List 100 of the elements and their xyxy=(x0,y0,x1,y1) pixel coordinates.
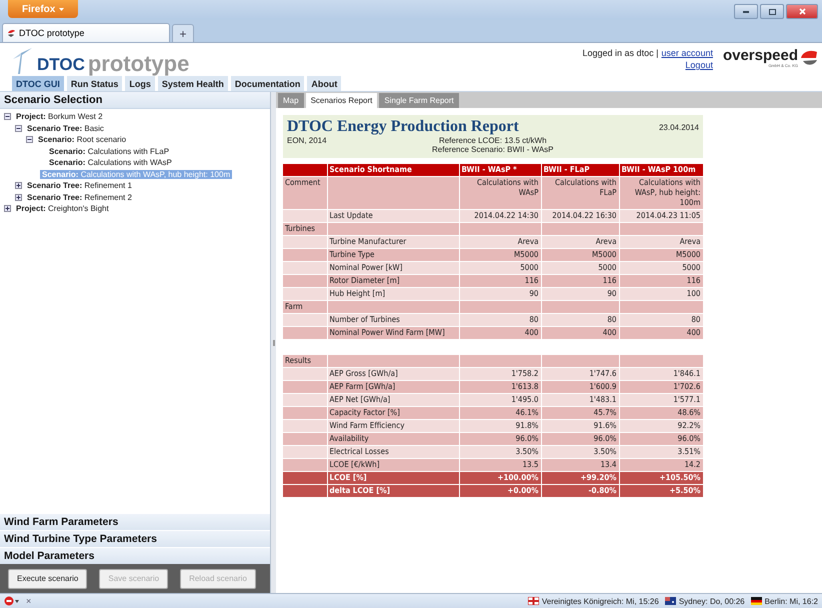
row-label: Nominal Power [kW] xyxy=(327,262,459,274)
table-cell: 1'495.0 xyxy=(459,394,541,406)
nav-tab[interactable]: Logs xyxy=(125,76,155,91)
minimize-icon xyxy=(743,10,749,12)
collapse-icon[interactable] xyxy=(26,136,33,144)
row-label: Turbine Manufacturer xyxy=(327,236,459,248)
logout-link[interactable]: Logout xyxy=(685,60,713,70)
reference-lcoe: Reference LCOE: 13.5 ct/kWh xyxy=(438,136,548,145)
close-icon xyxy=(798,8,806,15)
row-label: Number of Turbines xyxy=(327,314,459,326)
row-label: Wind Farm Efficiency xyxy=(327,420,459,432)
tree-item[interactable]: Scenario Tree: Refinement 2 xyxy=(25,192,134,202)
report-date: 23.04.2014 xyxy=(658,122,699,132)
expand-icon[interactable] xyxy=(15,182,22,190)
table-cell: Calculations with WAsP xyxy=(459,176,541,210)
row-label: Capacity Factor [%] xyxy=(327,406,459,420)
table-cell: 80 xyxy=(619,314,703,326)
caret-icon xyxy=(59,8,64,10)
table-cell: 116 xyxy=(619,274,703,288)
table-cell: +5.50% xyxy=(619,484,703,498)
table-cell: 90 xyxy=(541,288,619,300)
expand-icon[interactable] xyxy=(4,205,11,212)
new-tab-button[interactable]: + xyxy=(172,24,194,42)
row-label: LCOE [€/kWh] xyxy=(327,458,459,472)
tree-item[interactable]: Scenario Tree: Refinement 1 xyxy=(25,181,134,190)
table-cell: 400 xyxy=(619,326,703,340)
tree-item[interactable]: Scenario Tree: Basic xyxy=(25,124,106,133)
collapse-icon[interactable] xyxy=(4,113,11,120)
nav-tab[interactable]: Documentation xyxy=(230,76,304,91)
close-button[interactable] xyxy=(786,4,818,19)
row-group-label: Results xyxy=(283,354,327,368)
tree-item[interactable]: Project: Creighton's Bight xyxy=(14,204,111,214)
table-cell: 48.6% xyxy=(619,406,703,420)
column-header: Scenario Shortname xyxy=(327,164,459,176)
table-cell: 116 xyxy=(541,274,619,288)
table-cell: 5000 xyxy=(459,262,541,274)
user-account-link[interactable]: user account xyxy=(661,48,713,58)
table-cell: 1'747.6 xyxy=(541,368,619,380)
logo-text: prototype xyxy=(88,53,190,75)
table-cell: Areva xyxy=(619,236,703,248)
maximize-button[interactable] xyxy=(760,4,784,19)
accordion-header[interactable]: Wind Farm Parameters xyxy=(0,513,270,530)
table-cell: 3.51% xyxy=(619,446,703,458)
table-cell: M5000 xyxy=(619,248,703,262)
row-label: Electrical Losses xyxy=(327,446,459,458)
nav-tab[interactable]: System Health xyxy=(158,76,228,91)
table-cell: 5000 xyxy=(541,262,619,274)
close-icon[interactable]: × xyxy=(26,596,32,606)
row-label: Availability xyxy=(327,432,459,446)
column-header: BWII - WAsP * xyxy=(459,164,541,176)
table-cell: 400 xyxy=(541,326,619,340)
world-clock: Berlin: Mi, 16:2 xyxy=(764,596,818,606)
favicon-icon xyxy=(7,29,16,37)
table-cell: 80 xyxy=(459,314,541,326)
accordion-header[interactable]: Wind Turbine Type Parameters xyxy=(0,530,270,547)
tree-item[interactable]: Scenario: Calculations with FLaP xyxy=(47,146,172,156)
table-cell: 90 xyxy=(459,288,541,300)
tree-item[interactable]: Scenario: Calculations with WAsP xyxy=(47,158,174,168)
row-label: Rotor Diameter [m] xyxy=(327,274,459,288)
row-label: LCOE [%] xyxy=(327,472,459,484)
tree-item[interactable]: Scenario: Root scenario xyxy=(36,135,128,144)
table-cell: 3.50% xyxy=(541,446,619,458)
login-status: Logged in as dtoc | xyxy=(582,48,658,58)
table-cell: 5000 xyxy=(619,262,703,274)
table-cell: 100 xyxy=(619,288,703,300)
table-cell: 91.8% xyxy=(459,420,541,432)
table-cell: 80 xyxy=(541,314,619,326)
flag-icon xyxy=(528,597,539,605)
column-header: BWII - FLaP xyxy=(541,164,619,176)
report-tab[interactable]: Scenarios Report xyxy=(306,93,378,108)
tree-item[interactable]: Project: Borkum West 2 xyxy=(14,112,105,122)
table-cell: 400 xyxy=(459,326,541,340)
table-cell: 1'846.1 xyxy=(619,368,703,380)
action-button[interactable]: Execute scenario xyxy=(8,568,88,588)
collapse-icon[interactable] xyxy=(15,124,22,132)
table-cell: 96.0% xyxy=(541,432,619,446)
table-cell: 1'600.9 xyxy=(541,380,619,394)
browser-tab[interactable]: DTOC prototype xyxy=(2,23,170,42)
nav-tab[interactable]: Run Status xyxy=(66,76,122,91)
nav-tab[interactable]: DTOC GUI xyxy=(12,76,64,91)
table-cell: +105.50% xyxy=(619,472,703,484)
table-cell: 46.1% xyxy=(459,406,541,420)
table-cell: 45.7% xyxy=(541,406,619,420)
minimize-button[interactable] xyxy=(734,4,758,19)
table-cell: 1'758.2 xyxy=(459,368,541,380)
table-cell: Areva xyxy=(541,236,619,248)
accordion-header[interactable]: Model Parameters xyxy=(0,547,270,564)
world-clock: Sydney: Do, 00:26 xyxy=(678,596,745,606)
expand-icon[interactable] xyxy=(15,194,22,201)
row-label: Last Update xyxy=(327,210,459,222)
table-cell: 96.0% xyxy=(619,432,703,446)
flag-icon xyxy=(664,597,676,605)
table-cell: 116 xyxy=(459,274,541,288)
row-label: Nominal Power Wind Farm [MW] xyxy=(327,326,459,340)
nav-tab[interactable]: About xyxy=(307,76,342,91)
row-label: Turbine Type xyxy=(327,248,459,262)
table-cell: 13.4 xyxy=(541,458,619,472)
row-label: AEP Net [GWh/a] xyxy=(327,394,459,406)
row-label: delta LCOE [%] xyxy=(327,484,459,498)
table-cell: 2014.04.22 16:30 xyxy=(541,210,619,222)
